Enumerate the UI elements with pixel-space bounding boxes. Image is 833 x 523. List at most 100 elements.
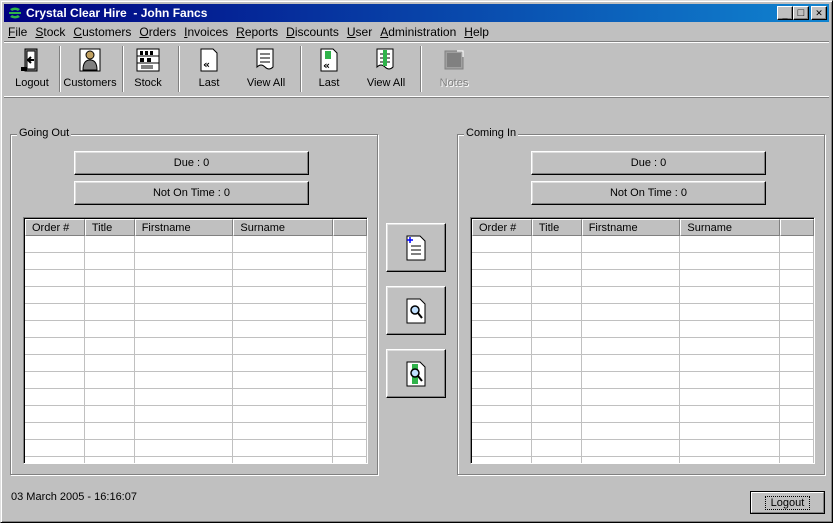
table-cell[interactable] xyxy=(472,321,532,338)
table-cell[interactable] xyxy=(333,389,367,406)
table-cell[interactable] xyxy=(233,457,334,463)
table-cell[interactable] xyxy=(233,253,334,270)
table-row[interactable] xyxy=(25,457,367,463)
table-cell[interactable] xyxy=(233,321,334,338)
table-cell[interactable] xyxy=(472,389,532,406)
table-cell[interactable] xyxy=(472,355,532,372)
menu-file[interactable]: File xyxy=(4,25,31,39)
table-cell[interactable] xyxy=(84,321,135,338)
table-cell[interactable] xyxy=(680,253,781,270)
table-cell[interactable] xyxy=(581,287,681,304)
table-cell[interactable] xyxy=(780,253,814,270)
column-header-surname[interactable]: Surname xyxy=(233,219,334,236)
table-cell[interactable] xyxy=(25,372,85,389)
table-cell[interactable] xyxy=(333,338,367,355)
table-cell[interactable] xyxy=(134,372,234,389)
table-cell[interactable] xyxy=(333,457,367,463)
table-row[interactable] xyxy=(25,253,367,270)
table-cell[interactable] xyxy=(134,304,234,321)
table-cell[interactable] xyxy=(780,372,814,389)
title-bar[interactable]: Crystal Clear Hire - John Fancs _ □ ✕ xyxy=(4,4,829,22)
table-cell[interactable] xyxy=(581,440,681,457)
table-cell[interactable] xyxy=(531,406,582,423)
table-cell[interactable] xyxy=(25,423,85,440)
table-cell[interactable] xyxy=(333,406,367,423)
table-cell[interactable] xyxy=(134,355,234,372)
menu-reports[interactable]: Reports xyxy=(232,25,282,39)
column-header-surname[interactable]: Surname xyxy=(680,219,781,236)
maximize-button[interactable]: □ xyxy=(793,6,809,20)
table-cell[interactable] xyxy=(472,236,532,253)
toolbar-last-out-button[interactable]: « Last xyxy=(190,46,228,94)
menu-help[interactable]: Help xyxy=(460,25,493,39)
menu-user[interactable]: User xyxy=(343,25,376,39)
coming-in-due-button[interactable]: Due : 0 xyxy=(531,151,766,175)
table-cell[interactable] xyxy=(531,389,582,406)
table-cell[interactable] xyxy=(581,338,681,355)
table-cell[interactable] xyxy=(134,440,234,457)
table-cell[interactable] xyxy=(680,321,781,338)
table-cell[interactable] xyxy=(780,423,814,440)
table-cell[interactable] xyxy=(680,355,781,372)
table-cell[interactable] xyxy=(84,372,135,389)
table-cell[interactable] xyxy=(233,236,334,253)
table-row[interactable] xyxy=(25,389,367,406)
going-out-due-button[interactable]: Due : 0 xyxy=(74,151,309,175)
table-cell[interactable] xyxy=(134,321,234,338)
table-cell[interactable] xyxy=(25,236,85,253)
table-row[interactable] xyxy=(472,355,814,372)
table-cell[interactable] xyxy=(85,457,135,463)
table-cell[interactable] xyxy=(780,304,814,321)
table-row[interactable] xyxy=(472,321,814,338)
table-cell[interactable] xyxy=(233,287,334,304)
table-row[interactable] xyxy=(472,423,814,440)
table-cell[interactable] xyxy=(233,389,334,406)
table-cell[interactable] xyxy=(581,270,681,287)
table-cell[interactable] xyxy=(472,372,532,389)
table-cell[interactable] xyxy=(134,423,234,440)
table-cell[interactable] xyxy=(134,270,234,287)
table-cell[interactable] xyxy=(780,321,814,338)
table-cell[interactable] xyxy=(532,457,582,463)
table-cell[interactable] xyxy=(25,338,85,355)
table-cell[interactable] xyxy=(531,338,582,355)
table-row[interactable] xyxy=(25,372,367,389)
table-cell[interactable] xyxy=(472,270,532,287)
table-cell[interactable] xyxy=(581,253,681,270)
table-cell[interactable] xyxy=(135,457,234,463)
table-cell[interactable] xyxy=(472,338,532,355)
table-cell[interactable] xyxy=(333,253,367,270)
table-cell[interactable] xyxy=(84,338,135,355)
table-cell[interactable] xyxy=(333,236,367,253)
table-cell[interactable] xyxy=(333,321,367,338)
column-header-firstname[interactable]: Firstname xyxy=(134,219,234,236)
table-cell[interactable] xyxy=(680,423,781,440)
table-row[interactable] xyxy=(25,287,367,304)
column-header-order[interactable]: Order # xyxy=(472,219,532,236)
table-cell[interactable] xyxy=(680,372,781,389)
table-cell[interactable] xyxy=(581,423,681,440)
table-cell[interactable] xyxy=(780,406,814,423)
table-cell[interactable] xyxy=(333,372,367,389)
table-cell[interactable] xyxy=(333,440,367,457)
find-order-button[interactable] xyxy=(386,286,446,335)
table-cell[interactable] xyxy=(472,304,532,321)
column-header-title[interactable]: Title xyxy=(531,219,582,236)
table-row[interactable] xyxy=(472,406,814,423)
table-row[interactable] xyxy=(25,321,367,338)
table-cell[interactable] xyxy=(233,406,334,423)
table-cell[interactable] xyxy=(472,440,532,457)
table-row[interactable] xyxy=(472,304,814,321)
table-cell[interactable] xyxy=(25,355,85,372)
table-cell[interactable] xyxy=(84,287,135,304)
table-cell[interactable] xyxy=(531,321,582,338)
table-cell[interactable] xyxy=(680,406,781,423)
table-cell[interactable] xyxy=(680,270,781,287)
table-row[interactable] xyxy=(472,338,814,355)
table-cell[interactable] xyxy=(84,355,135,372)
table-cell[interactable] xyxy=(25,321,85,338)
menu-administration[interactable]: Administration xyxy=(376,25,460,39)
table-cell[interactable] xyxy=(134,236,234,253)
table-row[interactable] xyxy=(25,270,367,287)
table-cell[interactable] xyxy=(25,304,85,321)
